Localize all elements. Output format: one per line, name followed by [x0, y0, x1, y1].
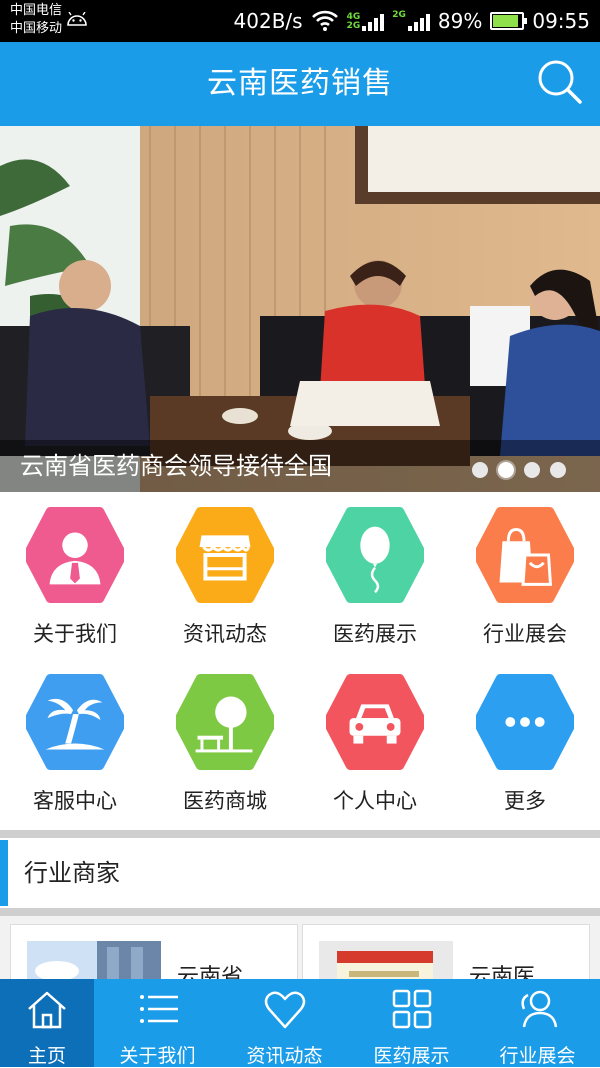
carrier-1: 中国电信 — [10, 3, 63, 18]
android-icon — [67, 12, 87, 26]
search-icon — [538, 60, 582, 104]
grid-label: 个人中心 — [333, 789, 417, 813]
palm-tree-icon — [26, 673, 124, 771]
grid-label: 客服中心 — [33, 789, 117, 813]
grid-label: 医药商城 — [183, 789, 267, 813]
grid-item-about[interactable]: 关于我们 — [0, 492, 150, 657]
nav-label: 行业展会 — [499, 1045, 576, 1067]
carousel-dot-active[interactable] — [498, 462, 514, 478]
page-title: 云南医药销售 — [207, 66, 393, 101]
car-icon — [326, 673, 424, 771]
section-header: 行业商家 — [0, 838, 600, 908]
carousel-dot[interactable] — [524, 462, 540, 478]
grid-label: 关于我们 — [33, 622, 117, 646]
grid-icon — [392, 989, 431, 1029]
merchant-list: 云南省... 云南医... — [0, 916, 600, 1001]
grid-item-profile[interactable]: 个人中心 — [300, 659, 450, 824]
divider — [0, 908, 600, 916]
tree-bench-icon — [176, 673, 274, 771]
battery-percent: 89% — [437, 9, 483, 33]
section-accent-bar — [0, 840, 8, 906]
feature-grid: 关于我们 资讯动态 医药展示 行业展会 客服中心 医药商城 个人中心 更多 — [0, 492, 600, 830]
grid-label: 资讯动态 — [183, 622, 267, 646]
carrier-2: 中国移动 — [10, 21, 63, 36]
banner-carousel[interactable]: 云南省医药商会领导接待全国 — [0, 126, 600, 492]
section-title: 行业商家 — [24, 859, 120, 887]
signal-2g: 2G — [392, 11, 430, 31]
store-icon — [176, 506, 274, 604]
carrier-info: 中国电信 中国移动 — [10, 2, 62, 38]
grid-item-mall[interactable]: 医药商城 — [150, 659, 300, 824]
grid-item-expo[interactable]: 行业展会 — [450, 492, 600, 657]
balloon-icon — [326, 506, 424, 604]
list-icon — [139, 995, 178, 1023]
signal-bars-icon — [407, 11, 430, 31]
grid-label: 更多 — [504, 789, 546, 813]
nav-label: 关于我们 — [119, 1045, 196, 1067]
search-button[interactable] — [536, 58, 586, 108]
battery-icon — [490, 12, 528, 30]
more-icon — [476, 673, 574, 771]
grid-item-news[interactable]: 资讯动态 — [150, 492, 300, 657]
heart-icon — [264, 991, 305, 1029]
network-speed: 402B/s — [233, 9, 303, 33]
nav-expo[interactable]: 行业展会 — [475, 979, 600, 1067]
banner-caption: 云南省医药商会领导接待全国 — [20, 452, 332, 480]
nav-label: 医药展示 — [373, 1045, 450, 1067]
bottom-nav: 主页 关于我们 资讯动态 医药展示 行业展会 — [0, 979, 600, 1067]
signal-bars-icon — [362, 11, 385, 31]
net-tag-2g: 2G — [346, 21, 361, 31]
clock: 09:55 — [532, 9, 590, 33]
carousel-dot[interactable] — [550, 462, 566, 478]
nav-news[interactable]: 资讯动态 — [221, 979, 348, 1067]
grid-item-medicine[interactable]: 医药展示 — [300, 492, 450, 657]
nav-home[interactable]: 主页 — [0, 979, 94, 1067]
net-tag-2g-second: 2G — [392, 10, 406, 20]
wifi-icon — [311, 10, 338, 31]
nav-medicine[interactable]: 医药展示 — [348, 979, 475, 1067]
grid-label: 医药展示 — [333, 622, 417, 646]
nav-label: 主页 — [27, 1045, 66, 1067]
shopping-bag-icon — [476, 506, 574, 604]
nav-label: 资讯动态 — [246, 1045, 323, 1067]
banner-photo — [0, 126, 600, 492]
signal-4g: 4G 2G — [347, 11, 385, 31]
grid-label: 行业展会 — [483, 622, 567, 646]
status-bar: 中国电信 中国移动 402B/s 4G 2G 2G 89% 09:55 — [0, 0, 600, 42]
app-header: 云南医药销售 — [0, 42, 600, 126]
person-icon — [26, 506, 124, 604]
carousel-indicator — [472, 462, 566, 478]
home-icon — [28, 991, 66, 1029]
carousel-dot[interactable] — [472, 462, 488, 478]
divider — [0, 830, 600, 838]
nav-about[interactable]: 关于我们 — [94, 979, 221, 1067]
grid-item-service[interactable]: 客服中心 — [0, 659, 150, 824]
grid-item-more[interactable]: 更多 — [450, 659, 600, 824]
users-icon — [520, 990, 557, 1028]
